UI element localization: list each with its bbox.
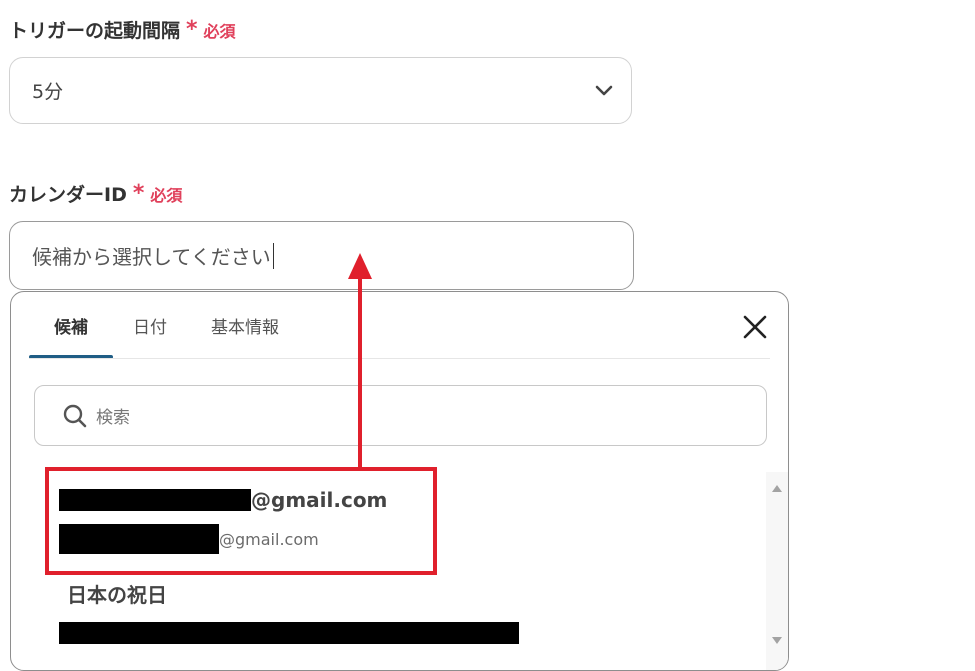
redaction-bar: [59, 622, 519, 644]
option-subtitle: [59, 622, 747, 648]
option-title: 日本の祝日: [67, 583, 167, 607]
tab-divider: [29, 358, 770, 359]
chevron-down-icon: [595, 85, 613, 95]
trigger-interval-value: 5分: [32, 81, 64, 103]
search-placeholder: 検索: [96, 408, 130, 428]
trigger-interval-label-row: トリガーの起動間隔 * 必須: [9, 16, 236, 43]
required-asterisk: *: [132, 180, 145, 206]
scrollbar[interactable]: [766, 472, 788, 671]
redaction-bar: [59, 524, 219, 554]
search-input[interactable]: 検索: [34, 385, 767, 446]
text-caret: [272, 242, 274, 269]
option-subtitle: @gmail.com: [59, 524, 739, 554]
calendar-id-label: カレンダーID: [9, 184, 127, 206]
close-icon[interactable]: [742, 314, 768, 340]
redaction-bar: [59, 489, 251, 511]
required-badge: 必須: [150, 185, 183, 205]
search-icon: [63, 404, 87, 427]
tab-date[interactable]: 日付: [113, 292, 187, 359]
list-item-japan-holidays[interactable]: 日本の祝日: [59, 579, 747, 648]
required-asterisk: *: [186, 16, 198, 42]
option-title-domain: @gmail.com: [251, 488, 388, 512]
tab-basic-info[interactable]: 基本情報: [187, 292, 303, 359]
option-title: @gmail.com: [59, 488, 739, 512]
calendar-id-input[interactable]: 候補から選択してください: [9, 221, 634, 290]
option-subtitle-domain: @gmail.com: [219, 529, 319, 549]
candidate-picker-panel: 候補 日付 基本情報 検索 @gmail.com @gmail.com 日本の祝…: [10, 291, 789, 671]
tab-candidates[interactable]: 候補: [29, 292, 113, 359]
picker-tabs: 候補 日付 基本情報: [29, 292, 303, 359]
list-item-account-calendar[interactable]: @gmail.com @gmail.com: [59, 488, 739, 554]
calendar-id-label-row: カレンダーID * 必須: [9, 180, 182, 207]
trigger-interval-select[interactable]: 5分: [9, 57, 632, 124]
required-badge: 必須: [203, 21, 236, 41]
calendar-id-placeholder: 候補から選択してください: [32, 245, 271, 269]
trigger-interval-label: トリガーの起動間隔: [9, 20, 181, 42]
